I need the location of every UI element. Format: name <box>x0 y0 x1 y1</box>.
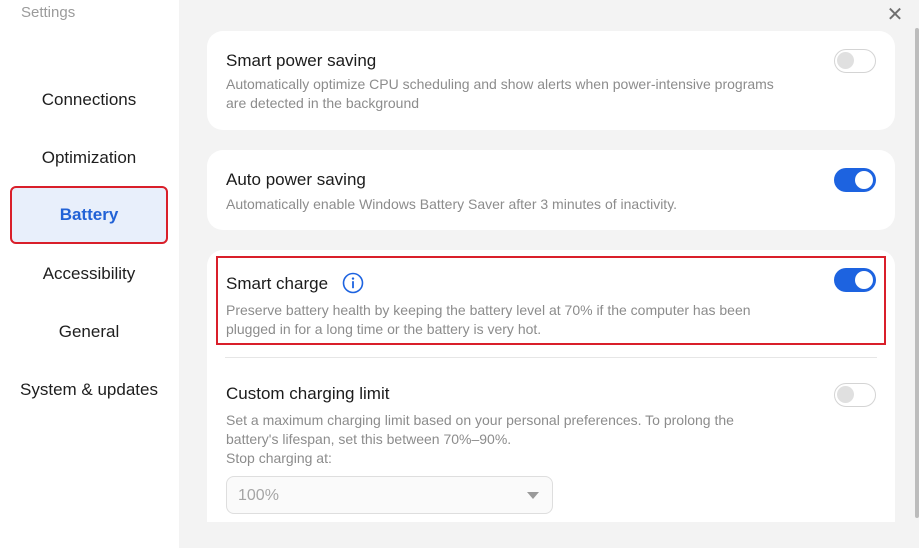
auto-power-saving-title: Auto power saving <box>226 170 366 189</box>
sidebar-item-general[interactable]: General <box>12 305 166 359</box>
auto-power-saving-description: Automatically enable Windows Battery Sav… <box>226 196 678 212</box>
auto-power-saving-card: Auto power saving Automatically enable W… <box>207 150 895 230</box>
toggle-knob <box>855 171 873 189</box>
smart-power-saving-description: Automatically optimize CPU scheduling an… <box>226 76 774 111</box>
custom-charging-limit-title: Custom charging limit <box>226 384 390 403</box>
sidebar-item-battery[interactable]: Battery <box>10 186 168 244</box>
stop-charging-label: Stop charging at: <box>226 450 332 466</box>
scrollbar[interactable] <box>915 28 919 518</box>
charging-limit-value: 100% <box>238 487 279 504</box>
charging-limit-select[interactable]: 100% <box>226 476 553 514</box>
close-icon[interactable]: ✕ <box>885 2 905 27</box>
sidebar-item-optimization[interactable]: Optimization <box>12 131 166 185</box>
smart-charge-highlight <box>216 256 886 345</box>
sidebar: Settings Connections Optimization Batter… <box>0 0 179 548</box>
app-title: Settings <box>21 4 76 21</box>
sidebar-item-accessibility[interactable]: Accessibility <box>12 247 166 301</box>
toggle-knob <box>837 386 854 403</box>
sidebar-item-system-updates[interactable]: System & updates <box>4 363 174 417</box>
toggle-knob <box>837 52 854 69</box>
smart-power-saving-toggle[interactable] <box>834 49 876 73</box>
chevron-down-icon <box>527 492 539 499</box>
smart-power-saving-card: Smart power saving Automatically optimiz… <box>207 31 895 130</box>
custom-charging-limit-description: Set a maximum charging limit based on yo… <box>226 412 734 447</box>
custom-charging-limit-toggle[interactable] <box>834 383 876 407</box>
sidebar-item-connections[interactable]: Connections <box>12 73 166 127</box>
divider <box>225 357 877 358</box>
smart-power-saving-title: Smart power saving <box>226 51 377 70</box>
auto-power-saving-toggle[interactable] <box>834 168 876 192</box>
